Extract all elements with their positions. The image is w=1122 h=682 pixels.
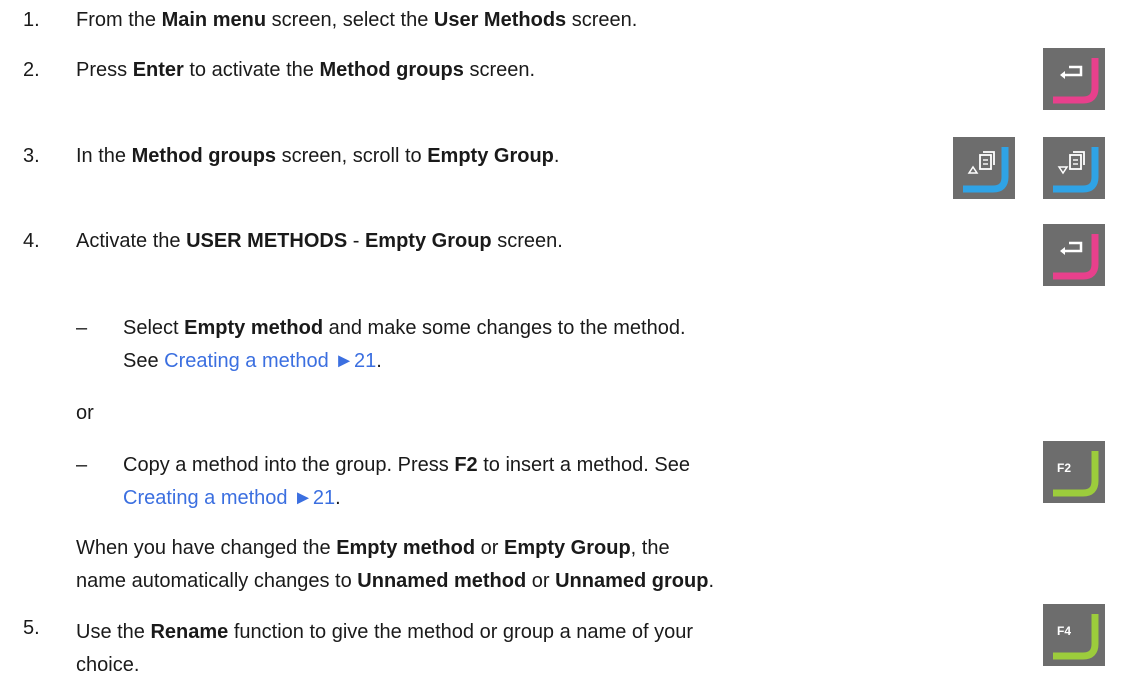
enter-key-button-2 [1043,224,1105,286]
enter-key-button [1043,48,1105,110]
step-4-text: Activate the USER METHODS - Empty Group … [76,230,563,252]
substep-b-dash: – [76,454,88,476]
scroll-down-icon [1053,147,1099,193]
step-2-text: Press Enter to activate the Method group… [76,59,536,81]
scroll-up-icon [963,147,1009,193]
step-4-number: 4. [23,230,40,252]
step-1-text: From the Main menu screen, select the Us… [76,9,638,31]
or-text: or [76,402,94,424]
step-3-text: In the Method groups screen, scroll to E… [76,145,560,167]
step-5-number: 5. [23,617,40,639]
enter-icon [1053,234,1099,280]
f2-key-button: F2 [1043,441,1105,503]
scroll-up-key-button [953,137,1015,199]
step-5-text: Use the Rename function to give the meth… [76,621,694,676]
f2-key-label: F2 [1057,461,1071,475]
creating-method-link-2[interactable]: Creating a method ►21 [123,487,335,509]
creating-method-link-1[interactable]: Creating a method ►21 [164,350,376,372]
substep-b-text: Copy a method into the group. Press F2 t… [123,454,690,509]
note-text: When you have changed the Empty method o… [76,537,714,592]
substep-a-dash: – [76,317,88,339]
f4-key-button: F4 [1043,604,1105,666]
substep-a-text: Select Empty method and make some change… [123,317,686,372]
f4-key-label: F4 [1057,624,1071,638]
step-1-number: 1. [23,9,40,31]
step-2-number: 2. [23,59,40,81]
step-3-number: 3. [23,145,40,167]
scroll-down-key-button [1043,137,1105,199]
enter-icon [1053,58,1099,104]
